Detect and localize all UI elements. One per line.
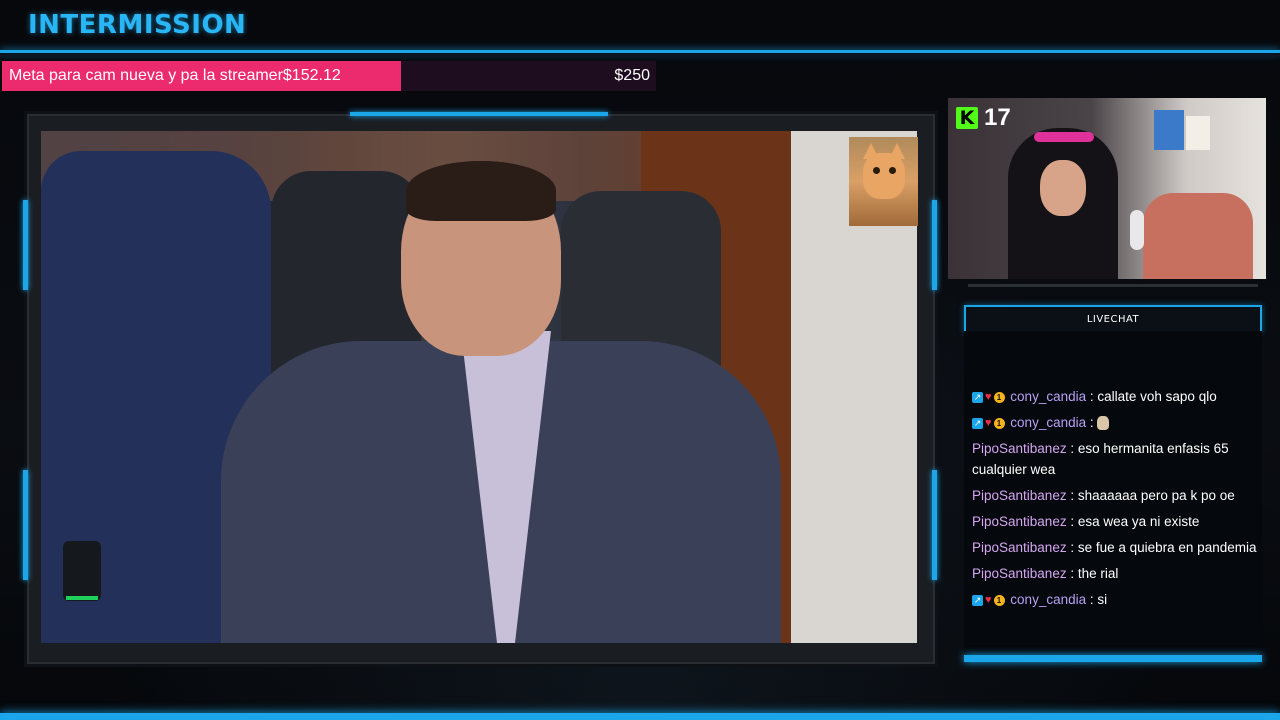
kick-logo-icon: K (956, 107, 978, 129)
chat-text: : callate voh sapo qlo (1089, 389, 1217, 404)
viewer-count: K 17 (956, 104, 1011, 132)
chat-message: PipoSantibanez : the rial (972, 563, 1280, 584)
video-person-hair-top (406, 161, 556, 221)
verified-arrow-icon: ↗ (972, 594, 983, 606)
webcam-poster (1154, 110, 1184, 150)
chat-username[interactable]: PipoSantibanez (972, 488, 1067, 503)
chat-message: PipoSantibanez : se fue a quiebra en pan… (972, 537, 1280, 558)
chat-text: : si (1089, 592, 1108, 607)
goal-label: Meta para cam nueva y pa la streamer$152… (9, 67, 341, 84)
frame-top-accent (350, 112, 608, 116)
cat-cam-thumbnail (849, 137, 918, 226)
chat-text: : esa wea ya ni existe (1070, 514, 1200, 529)
frame-right-accent-2 (932, 470, 937, 580)
chat-text: : shaaaaaa pero pa k po oe (1070, 488, 1235, 503)
chat-message: PipoSantibanez : eso hermanita enfasis 6… (972, 438, 1280, 480)
cat-eye-right (889, 167, 896, 174)
webcam-streamer-face (1040, 160, 1086, 216)
webcam-bottom-bar (968, 284, 1258, 287)
video-player[interactable] (41, 131, 917, 643)
webcam-chair (1143, 193, 1253, 279)
chat-username[interactable]: cony_candia (1010, 415, 1086, 430)
chat-username[interactable]: cony_candia (1010, 592, 1086, 607)
webcam-microphone (1130, 210, 1144, 250)
coin-badge-icon: 1 (993, 594, 1005, 606)
chat-text: : se fue a quiebra en pandemia (1070, 540, 1257, 555)
livechat-header: LIVECHAT (964, 305, 1262, 333)
chat-message: ↗ ♥ 1 cony_candia : (972, 412, 1280, 433)
chat-username[interactable]: cony_candia (1010, 389, 1086, 404)
chat-message: PipoSantibanez : esa wea ya ni existe (972, 511, 1280, 532)
chat-text: : (1089, 415, 1094, 430)
heart-icon: ♥ (985, 390, 992, 403)
video-microphone-light (66, 596, 98, 600)
chat-message: PipoSantibanez : shaaaaaa pero pa k po o… (972, 485, 1280, 506)
chat-text: : the rial (1070, 566, 1119, 581)
chat-username[interactable]: PipoSantibanez (972, 566, 1067, 581)
chat-message: ↗ ♥ 1 cony_candia : callate voh sapo qlo (972, 386, 1280, 407)
chat-username[interactable]: PipoSantibanez (972, 540, 1067, 555)
bottom-accent-line (0, 713, 1280, 720)
heart-icon: ♥ (985, 416, 992, 429)
video-microphone (63, 541, 101, 601)
chat-username[interactable]: PipoSantibanez (972, 441, 1067, 456)
cat-emote-icon (1097, 416, 1110, 431)
webcam-flower-crown (1034, 132, 1094, 142)
viewer-count-value: 17 (984, 104, 1011, 131)
webcam-poster-2 (1186, 116, 1210, 150)
verified-arrow-icon: ↗ (972, 391, 983, 403)
coin-badge-icon: 1 (993, 391, 1005, 403)
goal-target: $250 (614, 67, 650, 84)
heart-icon: ♥ (985, 593, 992, 606)
top-accent-shadow (0, 53, 1280, 57)
livechat-bottom-accent (964, 655, 1262, 662)
cat-face (863, 153, 905, 199)
cat-eye-left (873, 167, 880, 174)
chat-username[interactable]: PipoSantibanez (972, 514, 1067, 529)
frame-left-accent (23, 200, 28, 290)
verified-arrow-icon: ↗ (972, 417, 983, 429)
frame-left-accent-2 (23, 470, 28, 580)
chat-message: ↗ ♥ 1 cony_candia : si (972, 589, 1280, 610)
scene-title: INTERMISSION (28, 10, 247, 40)
frame-right-accent (932, 200, 937, 290)
donation-goal-bar: Meta para cam nueva y pa la streamer$152… (2, 61, 656, 91)
coin-badge-icon: 1 (993, 417, 1005, 429)
